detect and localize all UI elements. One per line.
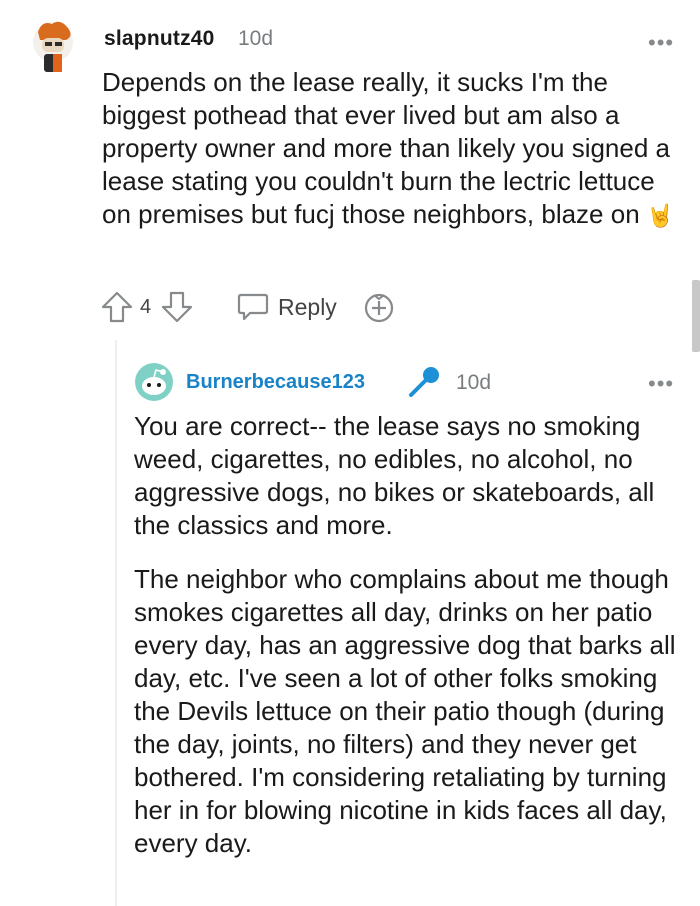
more-options-icon[interactable]: •••: [648, 371, 674, 397]
timestamp: 10d: [238, 27, 274, 50]
reply-button[interactable]: Reply: [278, 294, 337, 321]
timestamp: 10d: [456, 371, 492, 394]
downvote-icon[interactable]: [160, 290, 194, 324]
reply-body: You are correct-- the lease says no smok…: [134, 410, 686, 881]
avatar[interactable]: [28, 18, 78, 74]
snoo-avatar[interactable]: [134, 362, 174, 402]
thread-line[interactable]: [115, 340, 117, 906]
reply-icon[interactable]: [236, 291, 270, 323]
upvote-icon[interactable]: [100, 290, 134, 324]
vote-count: 4: [140, 296, 152, 318]
comment-body: Depends on the lease really, it sucks I'…: [102, 66, 682, 232]
username[interactable]: Burnerbecause123: [186, 371, 365, 394]
comment-text: Depends on the lease really, it sucks I'…: [102, 67, 670, 229]
reply-paragraph: The neighbor who complains about me thou…: [134, 564, 676, 858]
comment-actions: 4 Reply: [100, 290, 420, 326]
username[interactable]: slapnutz40: [104, 27, 215, 51]
rock-on-emoji: 🤘: [646, 203, 675, 228]
more-options-icon[interactable]: •••: [648, 30, 674, 56]
scrollbar[interactable]: [692, 280, 700, 352]
award-icon[interactable]: [362, 290, 396, 324]
microphone-icon: [406, 364, 442, 400]
reply-paragraph: You are correct-- the lease says no smok…: [134, 411, 655, 540]
